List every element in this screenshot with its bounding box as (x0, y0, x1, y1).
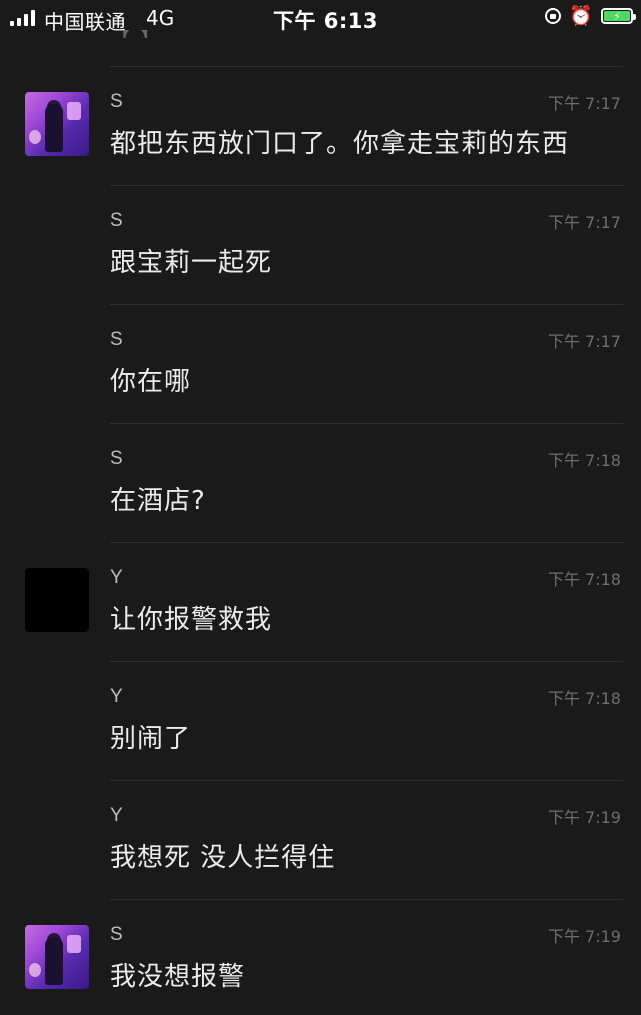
sender-name: Y (110, 686, 123, 707)
message-divider (110, 304, 623, 305)
message-item[interactable]: Y 下午 7:19 我想死 没人拦得住 (0, 780, 641, 899)
status-icons: ⏰ ⚡ (545, 5, 636, 27)
message-item[interactable]: Y 下午 7:18 让你报警救我 (0, 542, 641, 661)
message-text: 我没想报警 (110, 962, 246, 992)
message-item[interactable]: S 下午 7:18 在酒店? (0, 423, 641, 542)
message-time: 下午 7:17 (547, 332, 621, 351)
avatar[interactable] (25, 925, 89, 989)
message-divider (110, 542, 623, 543)
message-text: 你在哪 (110, 367, 192, 397)
message-item[interactable]: S 下午 7:19 我没想报警 (0, 899, 641, 1015)
sender-name: S (110, 329, 123, 350)
message-item[interactable]: S 下午 7:17 跟宝莉一起死 (0, 185, 641, 304)
sender-name: Y (110, 805, 123, 826)
message-time: 下午 7:18 (547, 570, 621, 589)
message-list[interactable]: S 下午 7:17 都把东西放门口了。你拿走宝莉的东西 S 下午 7:17 跟宝… (0, 66, 641, 1015)
sender-name: S (110, 91, 123, 112)
message-text: 别闹了 (110, 724, 192, 754)
message-text: 让你报警救我 (110, 605, 273, 635)
message-text: 在酒店? (110, 486, 206, 516)
orientation-lock-icon (545, 8, 562, 24)
message-item[interactable]: Y 下午 7:18 别闹了 (0, 661, 641, 780)
sender-name: S (110, 448, 123, 469)
message-time: 下午 7:18 (547, 451, 621, 470)
message-item[interactable]: S 下午 7:17 都把东西放门口了。你拿走宝莉的东西 (0, 66, 641, 185)
battery-charging-icon: ⚡ (601, 8, 636, 24)
message-text: 我想死 没人拦得住 (110, 843, 336, 873)
sender-name: S (110, 924, 123, 945)
alarm-icon: ⏰ (569, 5, 593, 27)
message-time: 下午 7:19 (547, 808, 621, 827)
message-divider (110, 899, 623, 900)
message-text: 都把东西放门口了。你拿走宝莉的东西 (110, 129, 570, 159)
message-divider (110, 423, 623, 424)
message-text: 跟宝莉一起死 (110, 248, 273, 278)
message-divider (110, 780, 623, 781)
chat-screen: 中国联通 4G 下午 6:13 ⏰ ⚡ 【·】 S 下午 7:17 都把东西放门… (0, 0, 641, 1015)
avatar[interactable] (25, 92, 89, 156)
sender-name: S (110, 210, 123, 231)
message-divider (110, 185, 623, 186)
previous-message-fragment: 【·】 (110, 24, 162, 38)
message-time: 下午 7:17 (547, 94, 621, 113)
message-item[interactable]: S 下午 7:17 你在哪 (0, 304, 641, 423)
message-divider (110, 661, 623, 662)
message-time: 下午 7:19 (547, 927, 621, 946)
message-divider (110, 66, 623, 67)
message-time: 下午 7:17 (547, 213, 621, 232)
status-bar: 中国联通 4G 下午 6:13 ⏰ ⚡ (0, 0, 641, 36)
avatar[interactable] (25, 568, 89, 632)
sender-name: Y (110, 567, 123, 588)
message-time: 下午 7:18 (547, 689, 621, 708)
